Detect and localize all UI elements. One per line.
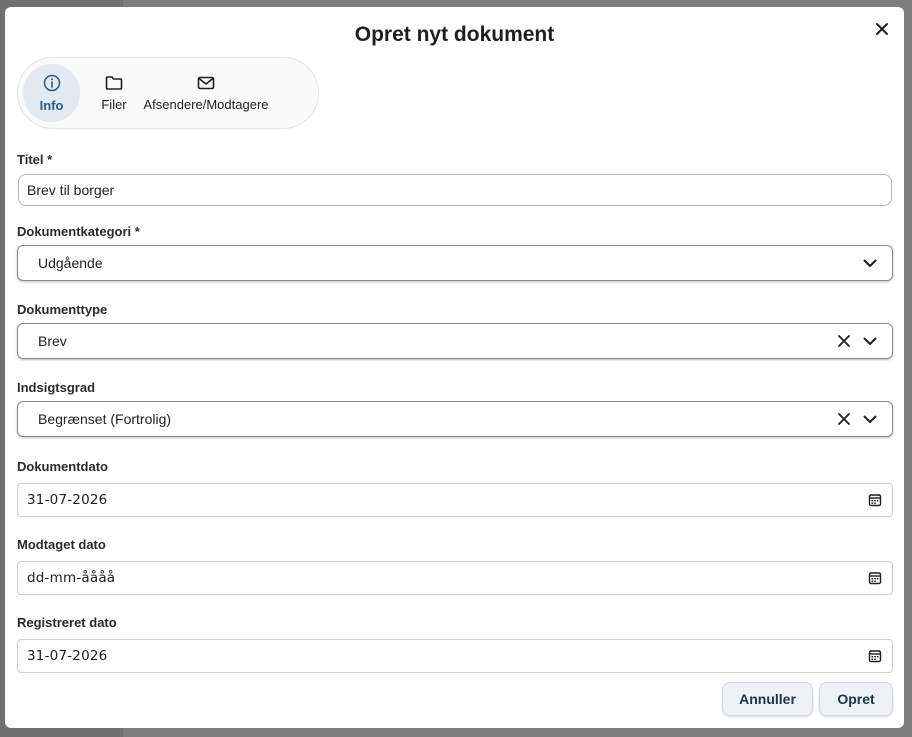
close-button[interactable] [872,19,892,39]
tab-info-label: Info [39,97,64,113]
info-icon [43,74,60,91]
doctype-label: Dokumenttype [17,302,108,317]
create-document-dialog: Opret nyt dokument Info Filer Afsendere/… [5,7,904,728]
mail-icon [197,76,215,89]
category-label: Dokumentkategori * [17,224,140,239]
create-button[interactable]: Opret [819,682,893,716]
category-select-value: Udgående [38,255,103,271]
tab-senders-recipients[interactable]: Afsendere/Modtagere [143,64,269,122]
calendar-icon[interactable] [867,492,883,508]
doc-date-label: Dokumentdato [17,459,108,474]
access-label: Indsigtsgrad [17,380,96,395]
cancel-button[interactable]: Annuller [722,682,813,716]
title-label: Titel * [17,152,53,167]
registered-date-value: 31-07-2026 [27,648,108,664]
doctype-select-value: Brev [38,333,67,349]
registered-date-input[interactable]: 31-07-2026 [17,639,893,673]
title-input[interactable]: Brev til borger [18,174,892,206]
received-date-input[interactable]: dd-mm-åååå [17,561,893,595]
chevron-down-icon[interactable] [862,255,878,271]
close-icon [876,23,888,35]
doc-date-input[interactable]: 31-07-2026 [17,483,893,517]
calendar-icon[interactable] [867,570,883,586]
folder-icon [105,75,123,90]
doc-date-value: 31-07-2026 [27,492,108,508]
category-select[interactable]: Udgående [17,245,893,281]
access-select-value: Begrænset (Fortrolig) [38,411,172,427]
chevron-down-icon[interactable] [862,333,878,349]
tab-info[interactable]: Info [23,64,80,122]
registered-date-label: Registreret dato [17,615,117,630]
dialog-title: Opret nyt dokument [354,23,555,46]
tab-bar: Info Filer Afsendere/Modtagere [17,57,319,129]
clear-icon[interactable] [836,333,852,349]
doctype-select[interactable]: Brev [17,323,893,359]
clear-icon[interactable] [836,411,852,427]
tab-files[interactable]: Filer [80,64,148,122]
tab-senders-recipients-label: Afsendere/Modtagere [143,96,269,112]
access-select[interactable]: Begrænset (Fortrolig) [17,401,893,437]
received-date-placeholder: dd-mm-åååå [27,570,116,586]
title-input-value: Brev til borger [27,182,115,198]
tab-files-label: Filer [101,96,127,112]
received-date-label: Modtaget dato [17,537,106,552]
calendar-icon[interactable] [867,648,883,664]
chevron-down-icon[interactable] [862,411,878,427]
